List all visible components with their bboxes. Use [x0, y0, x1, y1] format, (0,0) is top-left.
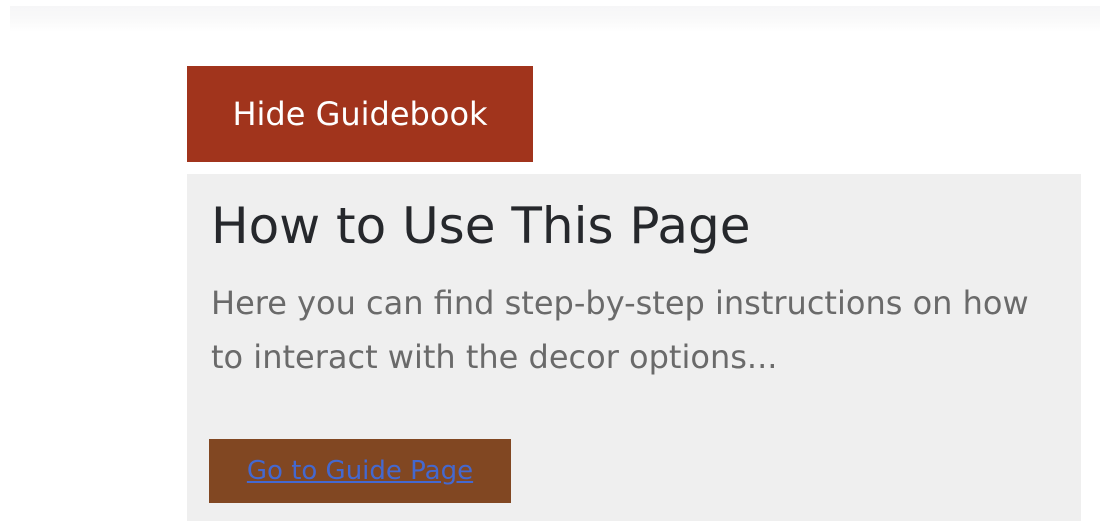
top-bar	[10, 6, 1100, 32]
guidebook-panel: How to Use This Page Here you can find s…	[187, 174, 1081, 521]
guidebook-title: How to Use This Page	[211, 197, 751, 255]
guidebook-description: Here you can find step-by-step instructi…	[211, 284, 1029, 376]
guide-page-link-container[interactable]: Go to Guide Page	[209, 439, 511, 503]
guide-page-link[interactable]: Go to Guide Page	[247, 456, 473, 486]
hide-guidebook-button[interactable]: Hide Guidebook	[187, 66, 533, 162]
